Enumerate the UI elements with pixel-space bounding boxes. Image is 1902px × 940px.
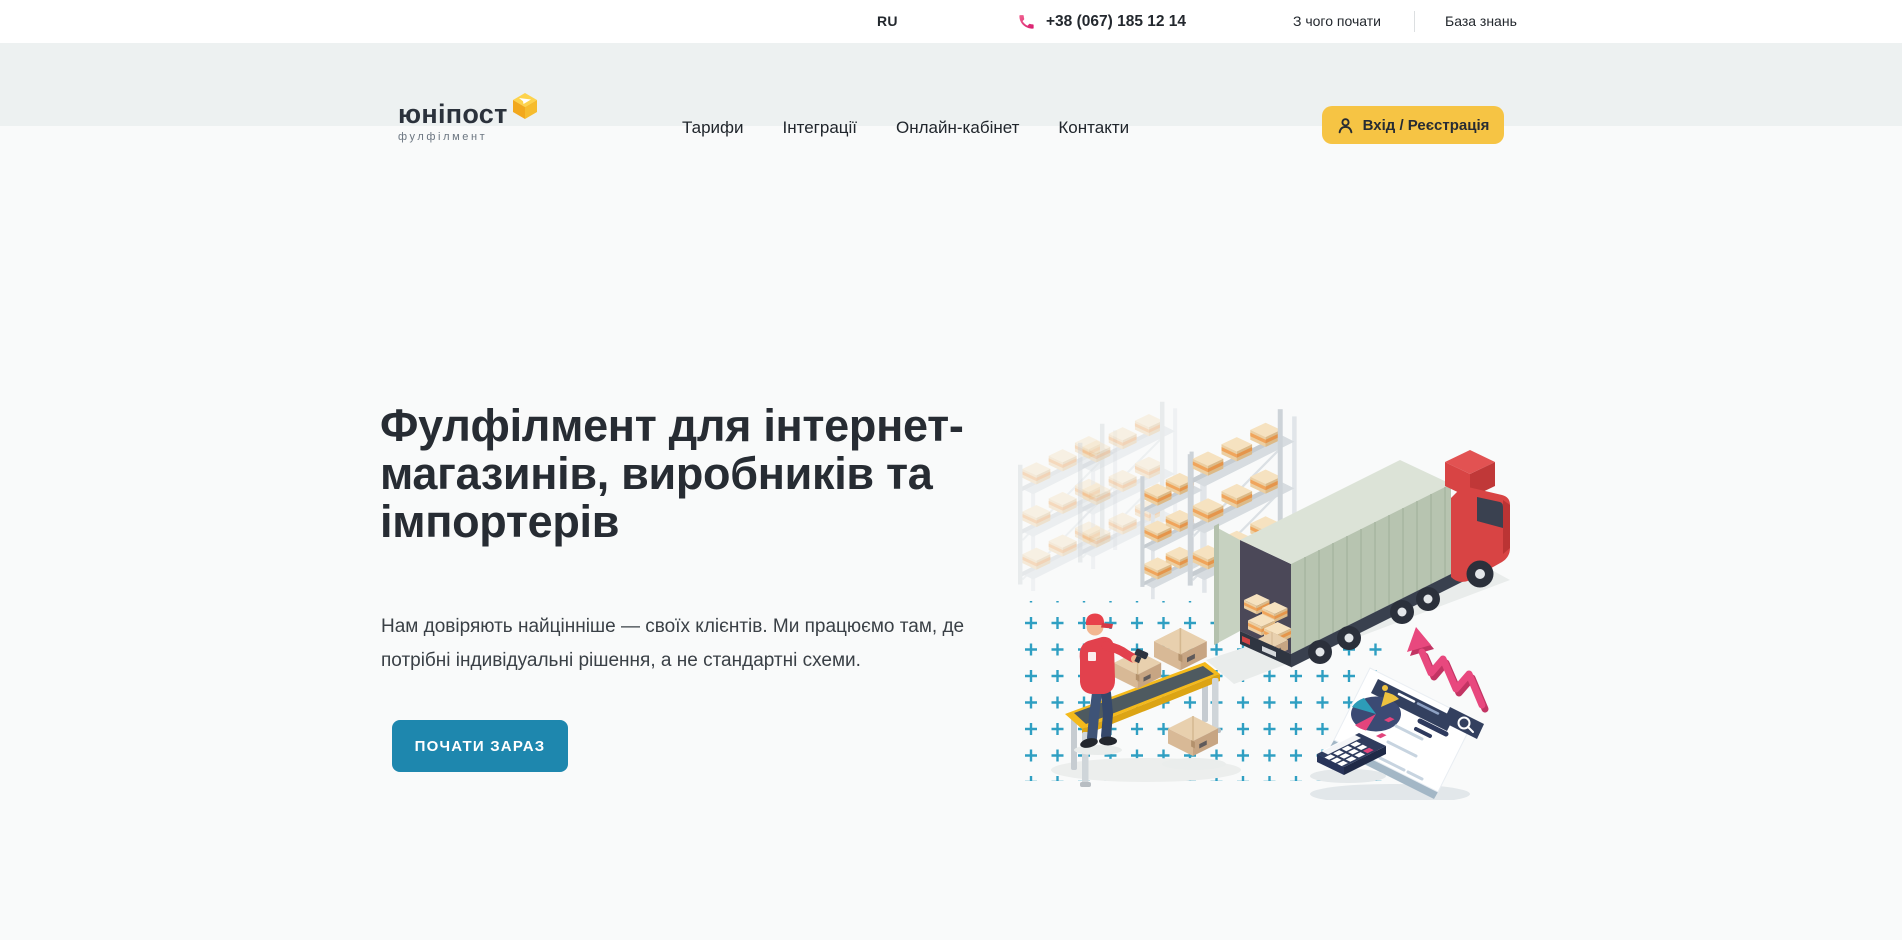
nav-tariffs[interactable]: Тарифи bbox=[682, 118, 744, 138]
hero-description: Нам довіряють найцінніше — своїх клієнті… bbox=[381, 610, 964, 678]
phone-icon bbox=[1017, 12, 1036, 31]
topbar-link-getting-started[interactable]: З чого почати bbox=[1293, 0, 1381, 43]
language-switcher[interactable]: RU bbox=[877, 0, 898, 43]
hero-heading: Фулфілмент для інтернет- магазинів, виро… bbox=[380, 402, 964, 546]
hero-heading-line: магазинів, виробників та bbox=[380, 450, 964, 498]
main-nav: Тарифи Інтеграції Онлайн-кабінет Контакт… bbox=[682, 86, 1129, 169]
topbar: RU +38 (067) 185 12 14 З чого почати Баз… bbox=[0, 0, 1902, 43]
phone-link[interactable]: +38 (067) 185 12 14 bbox=[1017, 0, 1186, 43]
nav-contacts[interactable]: Контакти bbox=[1058, 118, 1129, 138]
warehouse-illustration bbox=[1018, 398, 1520, 800]
hero-description-line: потрібні індивідуальні рішення, а не ста… bbox=[381, 644, 964, 678]
hero-heading-line: імпортерів bbox=[380, 498, 964, 546]
login-register-button[interactable]: Вхід / Реєстрація bbox=[1322, 106, 1504, 144]
topbar-link-knowledge-base[interactable]: База знань bbox=[1445, 0, 1517, 43]
header: юніпост фулфілмент Тарифи Інтеграції Онл… bbox=[0, 43, 1902, 126]
login-register-label: Вхід / Реєстрація bbox=[1363, 117, 1490, 134]
parcel-cube-icon bbox=[512, 92, 538, 125]
nav-integrations[interactable]: Інтеграції bbox=[783, 118, 858, 138]
user-icon bbox=[1337, 117, 1354, 134]
start-now-button[interactable]: ПОЧАТИ ЗАРАЗ bbox=[392, 720, 568, 772]
nav-online-cabinet[interactable]: Онлайн-кабінет bbox=[896, 118, 1019, 138]
hero-heading-line: Фулфілмент для інтернет- bbox=[380, 402, 964, 450]
logo-tagline: фулфілмент bbox=[398, 131, 538, 143]
topbar-divider bbox=[1414, 11, 1415, 32]
logo-name: юніпост bbox=[398, 99, 508, 129]
logo[interactable]: юніпост фулфілмент bbox=[398, 99, 538, 143]
hero-description-line: Нам довіряють найцінніше — своїх клієнті… bbox=[381, 610, 964, 644]
phone-number: +38 (067) 185 12 14 bbox=[1046, 0, 1186, 43]
